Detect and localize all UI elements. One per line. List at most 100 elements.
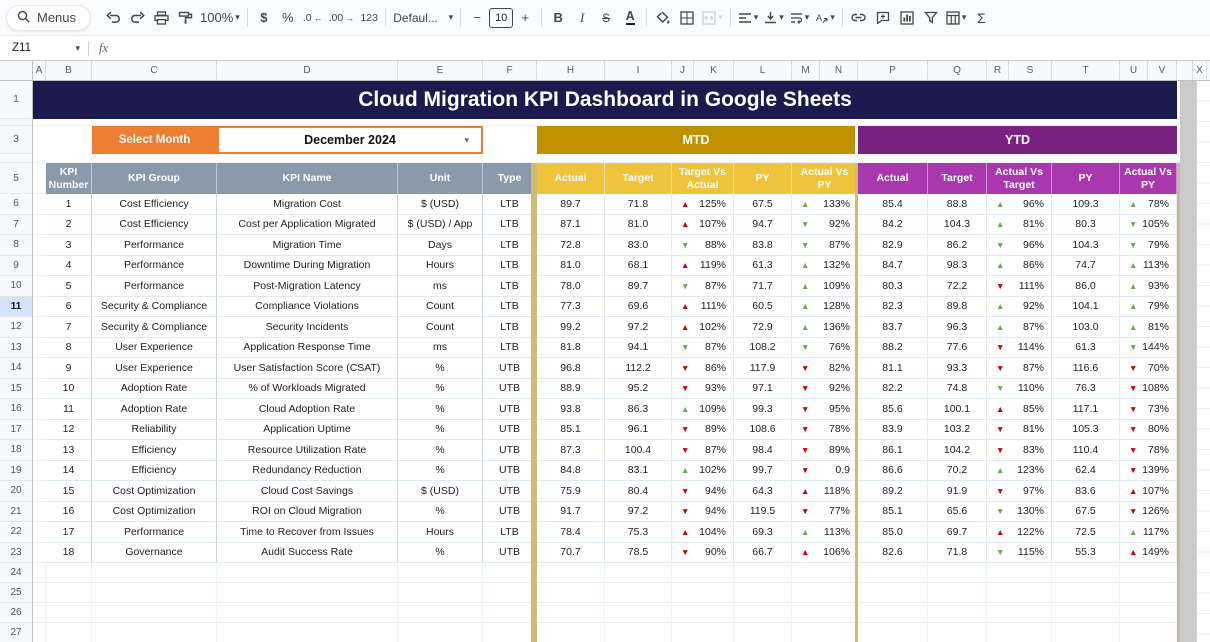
ytd-target-cell[interactable]: 100.1 (928, 399, 987, 420)
mtd-target-vs-actual-cell[interactable]: ▲125% (672, 194, 734, 215)
zoom-select[interactable]: 100%▾ (197, 5, 243, 31)
kpi-group-cell[interactable]: Performance (92, 235, 217, 256)
empty-cell[interactable] (858, 603, 928, 623)
ytd-actual-cell[interactable]: 84.2 (858, 215, 928, 236)
ytd-actual-vs-py-cell[interactable]: ▼126% (1120, 502, 1177, 523)
kpi-name-cell[interactable]: Redundancy Reduction (217, 461, 398, 482)
empty-cell[interactable] (605, 623, 672, 642)
insert-link-button[interactable] (847, 5, 871, 31)
ytd-actual-vs-target-cell[interactable]: ▼87% (987, 358, 1052, 379)
kpi-name-cell[interactable]: Migration Time (217, 235, 398, 256)
empty-cell[interactable] (987, 563, 1052, 583)
mtd-target-cell[interactable]: 71.8 (605, 194, 672, 215)
mtd-actual-cell[interactable]: 87.1 (537, 215, 605, 236)
empty-cell[interactable] (537, 563, 605, 583)
kpi-name-cell[interactable]: Cloud Cost Savings (217, 481, 398, 502)
mtd-actual-cell[interactable]: 78.0 (537, 276, 605, 297)
mtd-actual-cell[interactable]: 70.7 (537, 543, 605, 564)
row-header-15[interactable]: 15 (0, 379, 32, 400)
cell-a[interactable] (33, 338, 46, 359)
ytd-actual-vs-target-cell[interactable]: ▲86% (987, 256, 1052, 277)
ytd-target-cell[interactable]: 69.7 (928, 522, 987, 543)
column-header-H[interactable]: H (537, 61, 605, 80)
empty-cell[interactable] (217, 563, 398, 583)
ytd-py-cell[interactable]: 61.3 (1052, 338, 1120, 359)
mtd-target-vs-actual-cell[interactable]: ▼94% (672, 502, 734, 523)
row-header-11[interactable]: 11 (0, 297, 32, 318)
ytd-actual-cell[interactable]: 88.2 (858, 338, 928, 359)
mtd-actual-cell[interactable]: 78.4 (537, 522, 605, 543)
kpi-number-cell[interactable]: 17 (46, 522, 92, 543)
mtd-actual-vs-py-cell[interactable]: ▲128% (792, 297, 858, 318)
ytd-target-cell[interactable]: 91.9 (928, 481, 987, 502)
kpi-group-cell[interactable]: Reliability (92, 420, 217, 441)
ytd-actual-cell[interactable]: 81.1 (858, 358, 928, 379)
mtd-target-cell[interactable]: 112.2 (605, 358, 672, 379)
kpi-type-cell[interactable]: LTB (483, 276, 537, 297)
font-size-input[interactable]: 10 (489, 8, 513, 28)
functions-button[interactable]: Σ (969, 5, 993, 31)
kpi-type-cell[interactable]: UTB (483, 420, 537, 441)
column-header-L[interactable]: L (734, 61, 792, 80)
borders-button[interactable] (675, 5, 699, 31)
ytd-target-cell[interactable]: 89.8 (928, 297, 987, 318)
kpi-unit-cell[interactable]: Hours (398, 522, 483, 543)
mtd-actual-cell[interactable]: 99.2 (537, 317, 605, 338)
ytd-py-cell[interactable]: 67.5 (1052, 502, 1120, 523)
kpi-unit-cell[interactable]: % (398, 502, 483, 523)
kpi-group-cell[interactable]: Cost Optimization (92, 481, 217, 502)
column-header-C[interactable]: C (92, 61, 217, 80)
column-header-U[interactable]: U (1120, 61, 1148, 80)
kpi-type-cell[interactable]: UTB (483, 440, 537, 461)
ytd-target-cell[interactable]: 98.3 (928, 256, 987, 277)
column-header-S[interactable]: S (1009, 61, 1052, 80)
row-header-23[interactable]: 23 (0, 543, 32, 564)
ytd-actual-cell[interactable]: 85.6 (858, 399, 928, 420)
ytd-actual-cell[interactable]: 82.9 (858, 235, 928, 256)
kpi-group-cell[interactable]: User Experience (92, 338, 217, 359)
kpi-name-cell[interactable]: Security Incidents (217, 317, 398, 338)
cell-a[interactable] (33, 194, 46, 215)
kpi-name-cell[interactable]: Resource Utilization Rate (217, 440, 398, 461)
ytd-actual-vs-target-cell[interactable]: ▲92% (987, 297, 1052, 318)
ytd-target-cell[interactable]: 96.3 (928, 317, 987, 338)
ytd-actual-vs-target-cell[interactable]: ▲122% (987, 522, 1052, 543)
empty-cell[interactable] (537, 623, 605, 642)
kpi-type-cell[interactable]: UTB (483, 358, 537, 379)
table-view-button[interactable]: ▾ (943, 5, 970, 31)
kpi-number-cell[interactable]: 14 (46, 461, 92, 482)
empty-cell[interactable] (483, 583, 537, 603)
kpi-type-cell[interactable]: UTB (483, 399, 537, 420)
column-header-T[interactable]: T (1052, 61, 1120, 80)
mtd-py-cell[interactable]: 119.5 (734, 502, 792, 523)
italic-button[interactable]: I (570, 5, 594, 31)
kpi-number-cell[interactable]: 18 (46, 543, 92, 564)
mtd-actual-cell[interactable]: 85.1 (537, 420, 605, 441)
kpi-name-cell[interactable]: ROI on Cloud Migration (217, 502, 398, 523)
cell-a[interactable] (33, 399, 46, 420)
kpi-name-cell[interactable]: % of Workloads Migrated (217, 379, 398, 400)
ytd-actual-cell[interactable]: 85.0 (858, 522, 928, 543)
mtd-actual-vs-py-cell[interactable]: ▼92% (792, 379, 858, 400)
ytd-target-cell[interactable]: 65.6 (928, 502, 987, 523)
mtd-py-cell[interactable]: 64.3 (734, 481, 792, 502)
row-header-22[interactable]: 22 (0, 522, 32, 543)
empty-cell[interactable] (987, 623, 1052, 642)
mtd-actual-cell[interactable]: 84.8 (537, 461, 605, 482)
empty-cell[interactable] (928, 623, 987, 642)
ytd-py-cell[interactable]: 117.1 (1052, 399, 1120, 420)
decrease-font-size-button[interactable]: − (465, 5, 489, 31)
kpi-name-cell[interactable]: User Satisfaction Score (CSAT) (217, 358, 398, 379)
kpi-unit-cell[interactable]: % (398, 461, 483, 482)
column-x-cells[interactable] (1196, 81, 1210, 642)
strikethrough-button[interactable]: S (594, 5, 618, 31)
row-header-12[interactable]: 12 (0, 317, 32, 338)
kpi-group-cell[interactable]: Performance (92, 522, 217, 543)
empty-cell[interactable] (46, 583, 92, 603)
ytd-actual-cell[interactable]: 82.2 (858, 379, 928, 400)
empty-cell[interactable] (672, 563, 734, 583)
kpi-number-cell[interactable]: 6 (46, 297, 92, 318)
mtd-target-vs-actual-cell[interactable]: ▼93% (672, 379, 734, 400)
kpi-group-cell[interactable]: Governance (92, 543, 217, 564)
mtd-py-cell[interactable]: 98.4 (734, 440, 792, 461)
